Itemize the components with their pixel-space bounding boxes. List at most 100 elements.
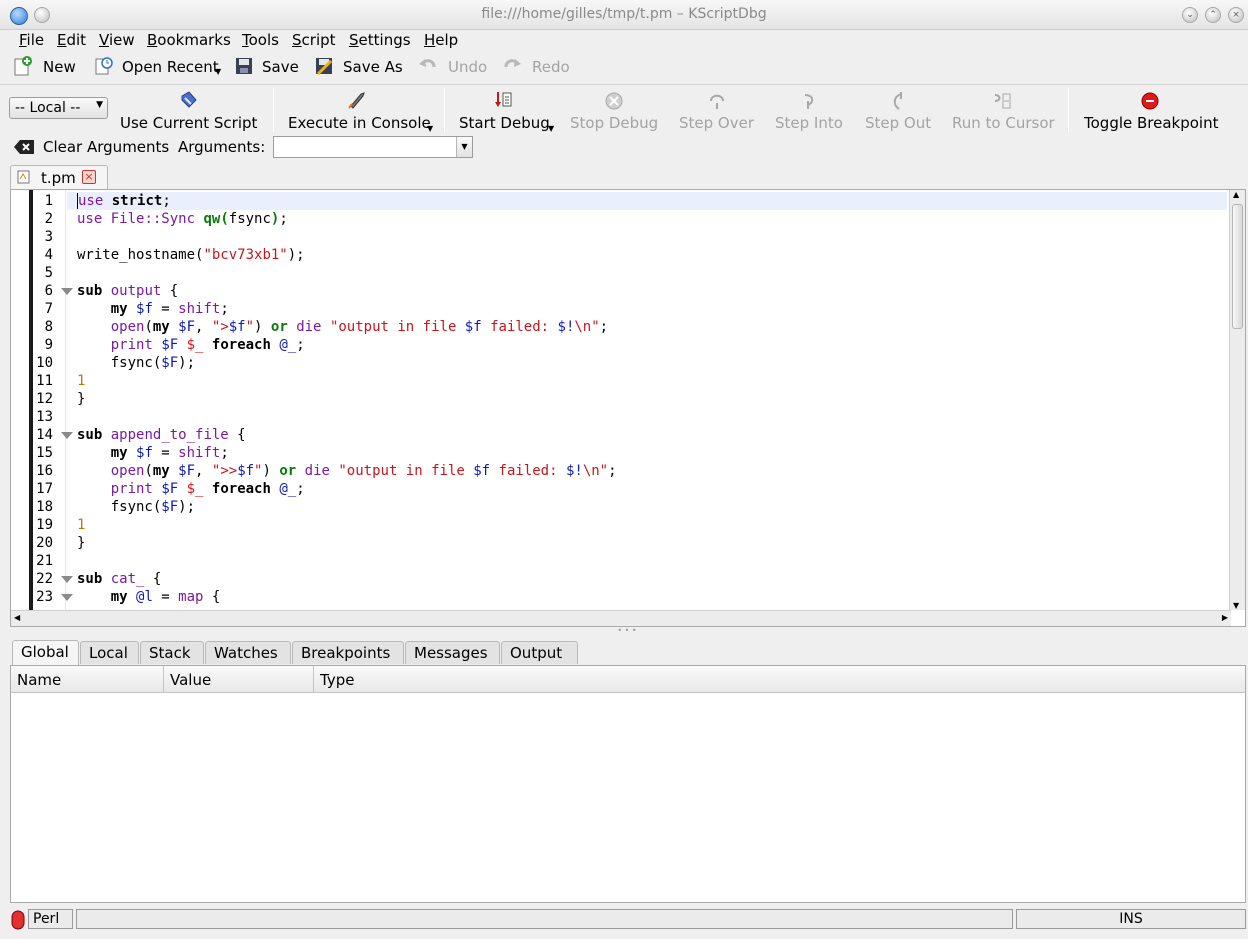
use-current-script-button[interactable]: Use Current Script xyxy=(120,114,257,132)
scroll-left-icon[interactable]: ◀ xyxy=(14,613,20,622)
line-number: 17 xyxy=(36,481,53,497)
chevron-down-icon[interactable]: ▼ xyxy=(215,67,221,76)
step-into-button[interactable]: Step Into xyxy=(775,114,843,132)
line-number: 11 xyxy=(36,373,53,389)
code-line: print $F $_ foreach @_; xyxy=(110,337,305,353)
save-icon xyxy=(236,58,252,74)
fold-toggle-icon[interactable] xyxy=(61,288,73,295)
insert-mode-indicator[interactable]: INS xyxy=(1016,909,1246,929)
maximize-icon[interactable]: ⌃ xyxy=(1205,7,1221,23)
tab-breakpoints[interactable]: Breakpoints xyxy=(292,641,404,664)
fold-toggle-icon[interactable] xyxy=(61,576,73,583)
save-button[interactable]: Save xyxy=(262,58,299,76)
language-indicator[interactable]: Perl xyxy=(28,909,73,929)
code-line: use File::Sync qw(fsync); xyxy=(77,211,288,227)
scroll-down-icon[interactable]: ▼ xyxy=(1233,601,1239,610)
execute-in-console-button[interactable]: Execute in Console xyxy=(288,114,431,132)
variables-table[interactable]: Name Value Type xyxy=(10,665,1246,903)
step-out-button[interactable]: Step Out xyxy=(865,114,931,132)
script-file-icon xyxy=(17,170,30,184)
line-number: 12 xyxy=(36,391,53,407)
title-bar: file:///home/gilles/tmp/t.pm – KScriptDb… xyxy=(0,0,1248,30)
line-number: 8 xyxy=(44,319,53,335)
code-line: } xyxy=(77,391,86,407)
line-number: 22 xyxy=(36,571,53,587)
fold-toggle-icon[interactable] xyxy=(61,594,73,601)
menu-view[interactable]: View xyxy=(99,31,135,49)
step-over-icon xyxy=(710,94,724,109)
location-select[interactable]: -- Local -- ▼ xyxy=(9,97,108,119)
main-toolbar: New Open Recent ▼ Save Save As Undo Redo xyxy=(0,53,1248,81)
tab-output[interactable]: Output xyxy=(501,641,578,664)
undo-icon xyxy=(419,59,436,68)
scroll-thumb[interactable] xyxy=(1232,204,1243,329)
menu-help[interactable]: Help xyxy=(424,31,458,49)
table-header: Name Value Type xyxy=(11,666,1245,693)
redo-icon xyxy=(504,59,521,68)
minimize-icon[interactable]: ⌄ xyxy=(1182,7,1198,23)
menu-tools[interactable]: Tools xyxy=(242,31,279,49)
close-icon[interactable]: × xyxy=(1228,7,1244,23)
clear-arguments-button[interactable]: Clear Arguments xyxy=(43,138,169,156)
new-button[interactable]: New xyxy=(43,58,76,76)
chevron-down-icon[interactable]: ▼ xyxy=(548,124,554,133)
run-to-cursor-icon xyxy=(994,93,1011,109)
tab-global[interactable]: Global xyxy=(12,640,79,665)
clear-icon xyxy=(14,140,34,154)
tab-watches[interactable]: Watches xyxy=(205,641,291,664)
line-number: 13 xyxy=(36,409,53,425)
scroll-up-icon[interactable]: ▲ xyxy=(1233,190,1239,199)
open-recent-icon xyxy=(95,57,113,75)
menu-script[interactable]: Script xyxy=(292,31,336,49)
menu-edit[interactable]: Edit xyxy=(57,31,86,49)
chevron-down-icon[interactable]: ▼ xyxy=(456,137,472,157)
status-indicator-icon xyxy=(11,910,25,930)
close-tab-icon[interactable]: × xyxy=(82,170,96,184)
line-number: 15 xyxy=(36,445,53,461)
menu-file[interactable]: File xyxy=(19,31,44,49)
line-number: 21 xyxy=(36,553,53,569)
debug-panel-tabs: Global Local Stack Watches Breakpoints M… xyxy=(0,640,1248,665)
tab-messages[interactable]: Messages xyxy=(405,641,500,664)
menu-settings[interactable]: Settings xyxy=(349,31,411,49)
line-number: 18 xyxy=(36,499,53,515)
arguments-bar: Clear Arguments Arguments: ▼ xyxy=(0,135,1248,161)
line-number: 5 xyxy=(44,265,53,281)
arguments-combobox[interactable]: ▼ xyxy=(273,136,473,158)
tab-local[interactable]: Local xyxy=(80,641,139,664)
stop-debug-button[interactable]: Stop Debug xyxy=(570,114,658,132)
save-as-button[interactable]: Save As xyxy=(343,58,403,76)
redo-button[interactable]: Redo xyxy=(532,58,570,76)
fold-toggle-icon[interactable] xyxy=(61,432,73,439)
code-line: 1 xyxy=(77,373,86,389)
code-line: fsync($F); xyxy=(77,355,196,371)
column-name[interactable]: Name xyxy=(11,666,164,693)
code-line: sub output { xyxy=(77,283,179,299)
horizontal-scrollbar[interactable]: ◀ ▶ xyxy=(11,610,1231,626)
run-to-cursor-button[interactable]: Run to Cursor xyxy=(952,114,1055,132)
toggle-breakpoint-button[interactable]: Toggle Breakpoint xyxy=(1084,114,1219,132)
code-line: write_hostname("bcv73xb1"); xyxy=(77,247,305,263)
tab-stack[interactable]: Stack xyxy=(140,641,204,664)
column-type[interactable]: Type xyxy=(314,666,1247,693)
open-recent-button[interactable]: Open Recent xyxy=(122,58,219,76)
vertical-scrollbar[interactable]: ▲ ▼ xyxy=(1229,190,1245,610)
menu-bookmarks[interactable]: Bookmarks xyxy=(147,31,231,49)
code-editor[interactable]: 1 2 3 4 5 6 7 8 9 10 11 12 13 14 15 16 1… xyxy=(10,189,1246,627)
save-as-icon xyxy=(316,58,333,76)
arguments-label: Arguments: xyxy=(178,138,266,156)
undo-button[interactable]: Undo xyxy=(448,58,487,76)
scroll-right-icon[interactable]: ▶ xyxy=(1222,613,1228,622)
splitter-handle[interactable]: • • • xyxy=(617,627,637,635)
location-value: -- Local -- xyxy=(15,100,81,116)
column-value[interactable]: Value xyxy=(164,666,314,693)
toolbar-separator xyxy=(1068,88,1069,132)
tab-t-pm[interactable]: t.pm × xyxy=(10,165,108,189)
step-over-button[interactable]: Step Over xyxy=(679,114,754,132)
start-debug-button[interactable]: Start Debug xyxy=(459,114,550,132)
debug-toolbar: -- Local -- ▼ Use Current Script Execute… xyxy=(0,84,1248,134)
code-line: open(my $F, ">$f") or die "output in fil… xyxy=(110,319,609,335)
chevron-down-icon[interactable]: ▼ xyxy=(427,124,433,133)
status-message xyxy=(76,909,1013,929)
breakpoint-icon xyxy=(1141,92,1159,110)
